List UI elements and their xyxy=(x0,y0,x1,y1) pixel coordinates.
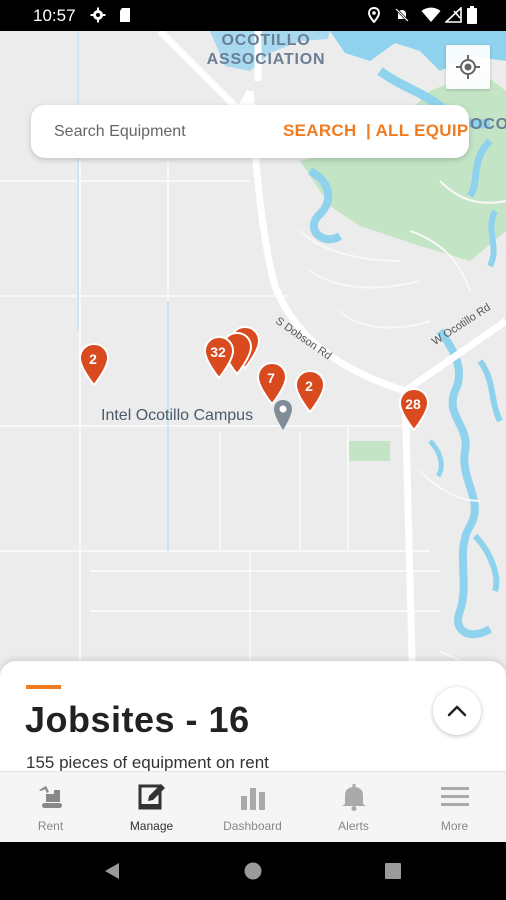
status-time: 10:57 xyxy=(33,6,76,25)
map-pin-count: 7 xyxy=(267,370,275,386)
nav-label: Alerts xyxy=(338,819,369,833)
sd-card-icon xyxy=(120,8,130,22)
excavator-icon xyxy=(39,786,62,808)
nav-item-alerts[interactable]: Alerts xyxy=(303,772,404,843)
sheet-handle[interactable] xyxy=(26,685,61,689)
map-pin-count: 32 xyxy=(210,344,226,360)
status-bar: 10:57 xyxy=(0,0,506,31)
bar-chart-icon xyxy=(241,788,265,810)
map-pin-count: 28 xyxy=(405,396,421,412)
recents-icon[interactable] xyxy=(385,863,401,879)
system-nav-bar xyxy=(0,842,506,900)
bell-icon xyxy=(342,784,366,811)
map-area-label-line1: OCOTILLO xyxy=(221,32,311,49)
menu-icon xyxy=(441,787,469,806)
map-pin-jobsite[interactable]: 2 xyxy=(294,369,328,414)
nav-label: Dashboard xyxy=(223,819,282,833)
map-pin-jobsite[interactable]: 32 xyxy=(203,335,237,380)
map-edge-label: OCOT xyxy=(470,116,506,133)
search-input[interactable]: Search Equipment xyxy=(54,123,186,141)
chevron-up-icon xyxy=(447,705,467,717)
map-pin-jobsite[interactable]: 28 xyxy=(398,387,432,432)
jobsites-sheet[interactable]: Jobsites - 16 155 pieces of equipment on… xyxy=(0,661,506,773)
map-area-label-line2: ASSOCIATION xyxy=(206,51,326,68)
search-bar: Search Equipment SEARCH | ALL EQUIP xyxy=(31,105,469,158)
map-area-label: OCOTILLO ASSOCIATION xyxy=(206,31,326,69)
nav-label: Rent xyxy=(37,819,64,833)
crosshair-icon xyxy=(456,55,480,79)
nav-label: Manage xyxy=(129,819,174,833)
search-button[interactable]: SEARCH xyxy=(283,121,357,141)
edit-icon xyxy=(138,784,165,810)
nav-item-manage[interactable]: Manage xyxy=(101,772,202,843)
location-pin-icon xyxy=(367,7,381,23)
poi-label: Intel Ocotillo Campus xyxy=(101,407,254,424)
home-icon[interactable] xyxy=(244,862,262,880)
back-icon[interactable] xyxy=(102,861,122,881)
nav-item-dashboard[interactable]: Dashboard xyxy=(202,772,303,843)
nav-label: More xyxy=(440,819,469,833)
sheet-title: Jobsites - 16 xyxy=(25,699,250,740)
bell-off-icon xyxy=(395,8,409,22)
map-pin-count: 2 xyxy=(89,351,97,367)
map-pin-count: 2 xyxy=(305,378,313,394)
wifi-icon xyxy=(421,7,441,22)
expand-sheet-button[interactable] xyxy=(433,687,481,735)
gear-icon xyxy=(90,7,106,23)
map-pin-jobsite[interactable]: 7 xyxy=(256,361,290,406)
map-pin-jobsite[interactable]: 2 xyxy=(78,342,112,387)
bottom-nav: Rent Manage Dashboard Alerts More xyxy=(0,771,506,842)
sheet-subtitle: 155 pieces of equipment on rent xyxy=(26,753,269,772)
map-view[interactable]: OCOTILLO ASSOCIATION OCOT S Dobson Rd W … xyxy=(0,31,506,771)
my-location-button[interactable] xyxy=(446,45,490,89)
nav-item-more[interactable]: More xyxy=(404,772,505,843)
nav-item-rent[interactable]: Rent xyxy=(0,772,101,843)
battery-icon xyxy=(467,6,477,24)
no-sim-icon xyxy=(445,7,462,23)
all-equipment-button[interactable]: | ALL EQUIP xyxy=(366,121,469,141)
